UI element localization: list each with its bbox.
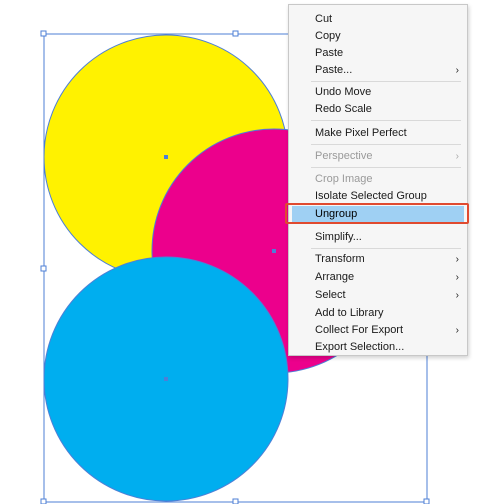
chevron-right-icon: › xyxy=(455,325,459,336)
menu-item-simplify[interactable]: Simplify... xyxy=(289,229,467,246)
selection-handle-bottom-right[interactable] xyxy=(423,498,430,504)
menu-separator xyxy=(311,120,461,121)
menu-item-label: Export Selection... xyxy=(315,341,405,353)
chevron-right-icon: › xyxy=(455,290,459,301)
menu-item-add-to-library[interactable]: Add to Library xyxy=(289,305,467,322)
menu-item-label: Crop Image xyxy=(315,173,373,185)
menu-item-paste[interactable]: Paste xyxy=(289,45,467,62)
menu-item-paste-submenu[interactable]: Paste... › xyxy=(289,62,467,79)
selection-handle-bottom-left[interactable] xyxy=(40,498,47,504)
chevron-right-icon: › xyxy=(455,272,459,283)
menu-item-label: Copy xyxy=(315,30,341,42)
menu-item-label: Transform xyxy=(315,253,365,265)
menu-item-label: Perspective xyxy=(315,150,373,162)
menu-separator xyxy=(311,167,461,168)
menu-separator xyxy=(311,81,461,82)
menu-item-label: Add to Library xyxy=(315,307,384,319)
menu-item-copy[interactable]: Copy xyxy=(289,28,467,45)
menu-separator xyxy=(311,144,461,145)
menu-item-cut[interactable]: Cut xyxy=(289,11,467,28)
menu-item-label: Make Pixel Perfect xyxy=(315,127,407,139)
selection-handle-top-middle[interactable] xyxy=(232,30,239,37)
menu-separator xyxy=(311,248,461,249)
menu-item-label: Select xyxy=(315,289,346,301)
menu-item-label: Cut xyxy=(315,13,333,25)
menu-item-redo-scale[interactable]: Redo Scale xyxy=(289,101,467,118)
magenta-circle-center-point xyxy=(272,249,276,253)
menu-item-make-pixel-perfect[interactable]: Make Pixel Perfect xyxy=(289,125,467,142)
chevron-right-icon: › xyxy=(455,151,459,162)
menu-item-label: Collect For Export xyxy=(315,324,404,336)
menu-item-label: Arrange xyxy=(315,271,355,283)
ungroup-highlight-box xyxy=(285,203,469,224)
menu-item-select[interactable]: Select › xyxy=(289,287,467,304)
selection-handle-left-middle[interactable] xyxy=(40,265,47,272)
menu-item-transform[interactable]: Transform › xyxy=(289,251,467,268)
menu-item-label: Undo Move xyxy=(315,86,372,98)
yellow-circle-center-point xyxy=(164,155,168,159)
cyan-circle-center-point xyxy=(164,377,168,381)
menu-item-crop-image: Crop Image xyxy=(289,171,467,188)
menu-item-export-selection[interactable]: Export Selection... xyxy=(289,339,467,356)
menu-item-label: Redo Scale xyxy=(315,103,372,115)
chevron-right-icon: › xyxy=(455,65,459,76)
menu-item-perspective: Perspective › xyxy=(289,148,467,165)
menu-item-label: Paste... xyxy=(315,64,353,76)
menu-item-label: Simplify... xyxy=(315,231,362,243)
menu-item-label: Paste xyxy=(315,47,344,59)
selection-handle-top-left[interactable] xyxy=(40,30,47,37)
chevron-right-icon: › xyxy=(455,254,459,265)
menu-item-undo-move[interactable]: Undo Move xyxy=(289,84,467,101)
selection-handle-bottom-middle[interactable] xyxy=(232,498,239,504)
context-menu: Cut Copy Paste Paste... › Undo Move Redo… xyxy=(288,4,468,356)
menu-item-arrange[interactable]: Arrange › xyxy=(289,269,467,286)
menu-item-collect-for-export[interactable]: Collect For Export › xyxy=(289,322,467,339)
